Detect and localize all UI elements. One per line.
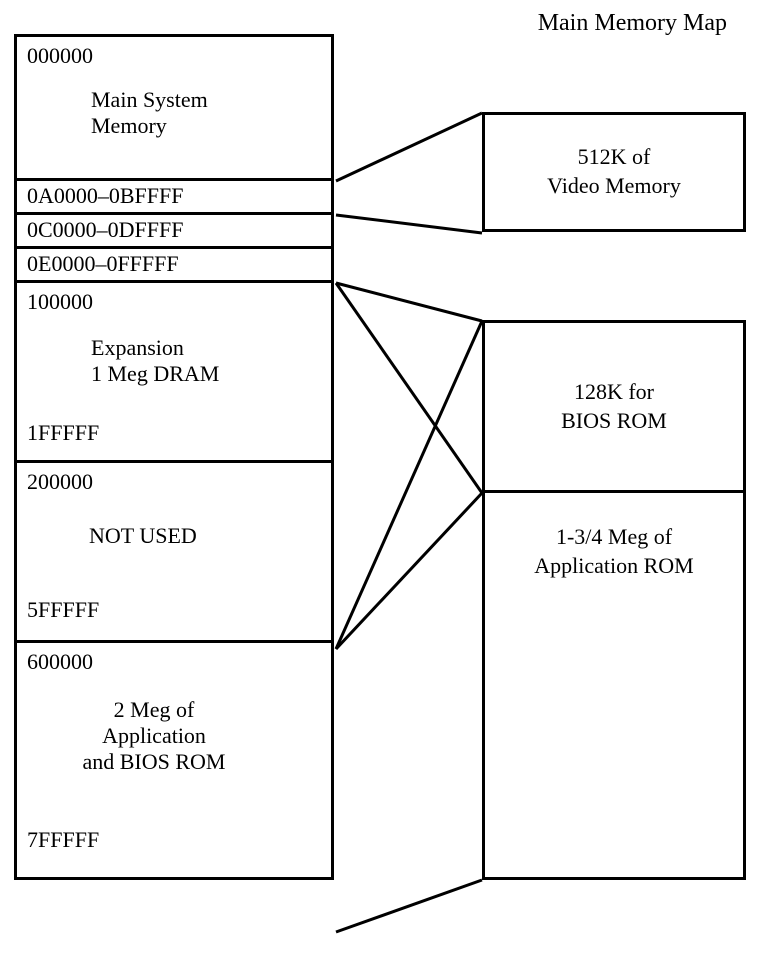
region-label-line3: and BIOS ROM bbox=[27, 749, 281, 775]
connector-video-top bbox=[336, 113, 482, 181]
region-label-line2: Application bbox=[27, 723, 281, 749]
region-label-line1: Expansion bbox=[91, 335, 321, 361]
detail-line2: BIOS ROM bbox=[561, 407, 667, 436]
detail-line2: Application ROM bbox=[534, 552, 694, 581]
detail-line1: 1-3/4 Meg of bbox=[534, 523, 694, 552]
connector-cross-2 bbox=[336, 321, 482, 649]
addr-range: 0E0000–0FFFFF bbox=[27, 251, 179, 276]
addr-start: 000000 bbox=[27, 43, 321, 69]
memory-map-left-column: 000000 Main System Memory 0A0000–0BFFFF … bbox=[14, 34, 334, 880]
addr-range: 0C0000–0DFFFF bbox=[27, 217, 184, 242]
detail-line2: Video Memory bbox=[547, 172, 681, 201]
addr-end: 7FFFFF bbox=[27, 827, 321, 853]
detail-line1: 128K for bbox=[561, 378, 667, 407]
connector-rom-top bbox=[336, 283, 482, 321]
detail-application-rom: 1-3/4 Meg of Application ROM bbox=[485, 493, 743, 877]
diagram-title: Main Memory Map bbox=[538, 10, 727, 37]
detail-video-memory: 512K of Video Memory bbox=[482, 112, 746, 232]
region-main-system-memory: 000000 Main System Memory bbox=[17, 37, 331, 181]
addr-end: 5FFFFF bbox=[27, 597, 321, 623]
connector-rom-bottom bbox=[336, 880, 482, 932]
connector-cross-1 bbox=[336, 283, 482, 493]
region-label-line1: Main System bbox=[91, 87, 321, 113]
addr-end: 1FFFFF bbox=[27, 420, 321, 446]
detail-bios-rom: 128K for BIOS ROM bbox=[485, 323, 743, 493]
connector-mid bbox=[336, 493, 482, 649]
region-label-line2: 1 Meg DRAM bbox=[91, 361, 321, 387]
connector-video-bottom bbox=[336, 215, 482, 233]
region-label: NOT USED bbox=[89, 523, 321, 549]
addr-start: 600000 bbox=[27, 649, 321, 675]
region-app-bios-rom: 600000 2 Meg of Application and BIOS ROM… bbox=[17, 643, 331, 877]
region-video-range: 0A0000–0BFFFF bbox=[17, 181, 331, 215]
region-expansion-dram: 100000 Expansion 1 Meg DRAM 1FFFFF bbox=[17, 283, 331, 463]
region-approm-range: 0E0000–0FFFFF bbox=[17, 249, 331, 283]
region-label-line2: Memory bbox=[91, 113, 321, 139]
addr-range: 0A0000–0BFFFF bbox=[27, 183, 184, 208]
detail-line1: 512K of bbox=[547, 143, 681, 172]
region-label-line1: 2 Meg of bbox=[27, 697, 281, 723]
addr-start: 100000 bbox=[27, 289, 321, 315]
region-not-used: 200000 NOT USED 5FFFFF bbox=[17, 463, 331, 643]
addr-start: 200000 bbox=[27, 469, 321, 495]
detail-rom-group: 128K for BIOS ROM 1-3/4 Meg of Applicati… bbox=[482, 320, 746, 880]
region-bios-range: 0C0000–0DFFFF bbox=[17, 215, 331, 249]
